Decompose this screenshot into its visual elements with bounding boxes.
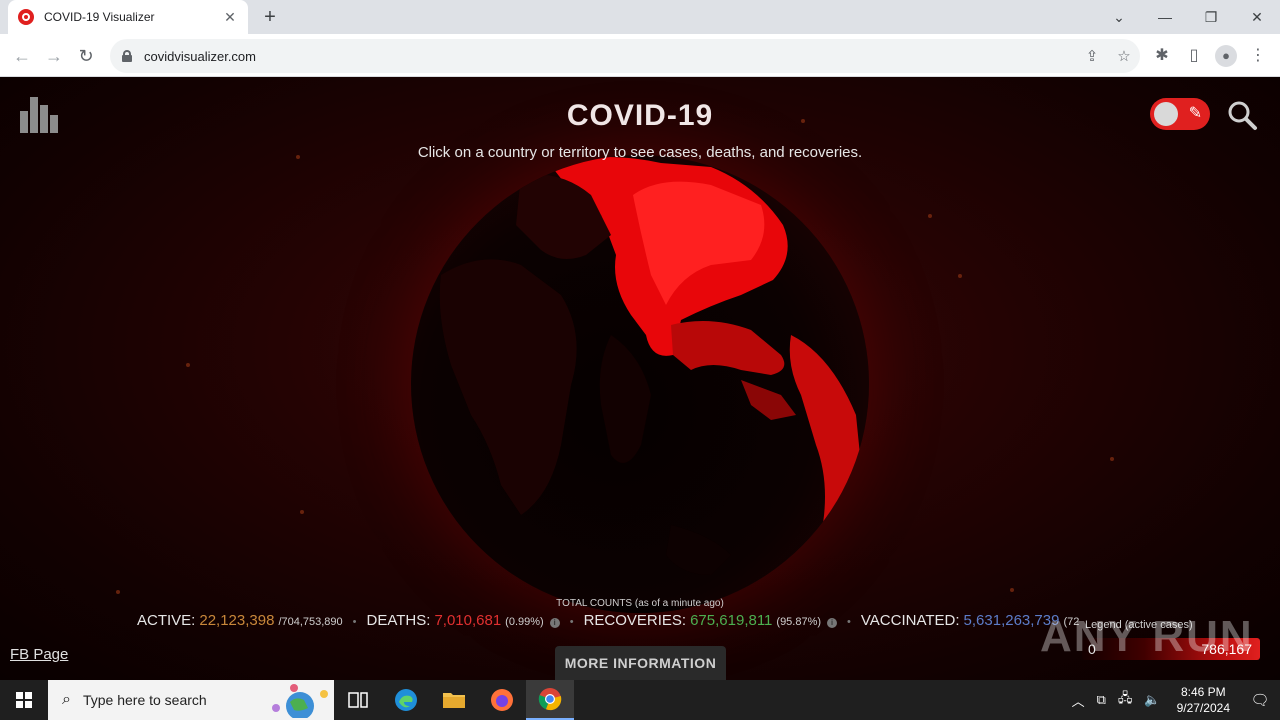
back-arrow-icon[interactable]: ← <box>8 42 36 70</box>
profile-avatar-icon[interactable]: ● <box>1215 45 1237 67</box>
vaccine-mode-toggle[interactable]: ✎ <box>1150 98 1210 130</box>
windows-logo-icon <box>16 692 32 708</box>
tray-expand-chevron-icon[interactable]: ︿ <box>1072 691 1085 710</box>
country-mexico[interactable] <box>671 321 785 375</box>
total-cases-value: /704,753,890 <box>278 616 343 628</box>
continent-antarctica <box>666 525 731 575</box>
continent-shadow <box>599 335 651 463</box>
country-colombia[interactable] <box>741 380 796 420</box>
active-label: ACTIVE: <box>137 612 196 629</box>
side-panel-icon[interactable]: ▯ <box>1180 42 1208 70</box>
interactive-globe[interactable] <box>411 155 869 613</box>
address-bar[interactable]: covidvisualizer.com ⇪ ☆ <box>110 39 1140 73</box>
global-stats-bar: ACTIVE: 22,123,398 /704,753,890 • DEATHS… <box>137 612 1079 632</box>
bookmark-star-icon[interactable]: ☆ <box>1108 47 1140 65</box>
covid-favicon-icon <box>18 9 34 25</box>
chrome-icon[interactable] <box>526 680 574 720</box>
continent-africa <box>439 259 577 515</box>
active-value: 22,123,398 <box>199 612 275 629</box>
search-icon[interactable] <box>1226 99 1258 131</box>
clock-date: 9/27/2024 <box>1176 701 1230 715</box>
taskbar-search-box[interactable]: ⌕ Type here to search <box>48 680 334 720</box>
browser-tab[interactable]: COVID-19 Visualizer ✕ <box>8 0 248 34</box>
browser-toolbar: ← → ↻ covidvisualizer.com ⇪ ☆ ✱ ▯ ● ⋮ <box>0 34 1280 77</box>
share-icon[interactable]: ⇪ <box>1076 47 1108 65</box>
recoveries-percent: (95.87%) <box>776 616 822 628</box>
taskbar-search-placeholder[interactable]: Type here to search <box>83 692 264 708</box>
url-text[interactable]: covidvisualizer.com <box>144 49 1076 64</box>
toggle-knob <box>1154 102 1178 126</box>
reload-icon[interactable]: ↻ <box>72 42 100 70</box>
background-particle <box>300 510 304 514</box>
search-highlight-globe-icon <box>272 684 328 718</box>
edge-browser-icon[interactable] <box>382 680 430 720</box>
recoveries-label: RECOVERIES: <box>583 612 687 629</box>
tab-title: COVID-19 Visualizer <box>44 10 155 24</box>
notifications-icon[interactable]: 🗨 <box>1240 691 1280 709</box>
visualizer-page: COVID-19 Click on a country or territory… <box>0 77 1280 680</box>
deaths-info-icon[interactable]: i <box>549 618 560 628</box>
window-controls: ⌄ — ❐ ✕ <box>1096 0 1280 34</box>
close-window-icon[interactable]: ✕ <box>1234 9 1280 26</box>
tab-close-icon[interactable]: ✕ <box>222 9 238 26</box>
background-particle <box>186 363 190 367</box>
forward-arrow-icon[interactable]: → <box>40 42 68 70</box>
separator-dot-icon: • <box>847 616 851 628</box>
minimize-icon[interactable]: — <box>1142 9 1188 25</box>
menu-kebab-icon[interactable]: ⋮ <box>1244 42 1272 70</box>
tray-device-icon[interactable]: ⧉ <box>1097 692 1106 708</box>
extensions-puzzle-icon[interactable]: ✱ <box>1148 42 1176 70</box>
firefox-icon[interactable] <box>478 680 526 720</box>
separator-dot-icon: • <box>352 616 357 628</box>
country-brazil[interactable] <box>789 335 861 545</box>
restore-icon[interactable]: ❐ <box>1188 9 1234 26</box>
windows-taskbar: ⌕ Type here to search ︿ ⧉ 🖧 🔈 8:46 PM 9/… <box>0 680 1280 720</box>
background-particle <box>1110 457 1114 461</box>
lock-icon[interactable] <box>122 50 132 62</box>
deaths-label: DEATHS: <box>366 612 431 629</box>
page-title: COVID-19 <box>566 99 714 132</box>
new-tab-button[interactable]: + <box>258 5 282 29</box>
totals-caption: TOTAL COUNTS (as of a minute ago) <box>556 598 724 609</box>
task-view-icon[interactable] <box>334 680 382 720</box>
background-particle <box>958 274 962 278</box>
background-particle <box>928 214 932 218</box>
system-tray: ︿ ⧉ 🖧 🔈 8:46 PM 9/27/2024 🗨 <box>1066 680 1280 720</box>
separator-dot-icon: • <box>569 616 574 628</box>
background-particle <box>116 590 120 594</box>
network-icon[interactable]: 🖧 <box>1118 689 1133 711</box>
start-button[interactable] <box>0 680 48 720</box>
page-subtitle: Click on a country or territory to see c… <box>417 144 863 161</box>
globe-map <box>439 156 861 613</box>
volume-icon[interactable]: 🔈 <box>1144 692 1160 708</box>
vaccinated-label: VACCINATED: <box>860 612 960 629</box>
deaths-percent: (0.99%) <box>505 616 544 628</box>
toolbar-right: ✱ ▯ ● ⋮ <box>1148 42 1272 70</box>
taskbar-clock[interactable]: 8:46 PM 9/27/2024 <box>1177 684 1230 716</box>
tab-search-dropdown-icon[interactable]: ⌄ <box>1096 9 1142 26</box>
recoveries-value: 675,619,811 <box>690 612 773 629</box>
more-information-button[interactable]: MORE INFORMATION <box>555 646 726 680</box>
recoveries-info-icon[interactable]: i <box>827 618 838 628</box>
fb-page-link[interactable]: FB Page <box>10 646 68 663</box>
file-explorer-icon[interactable] <box>430 680 478 720</box>
clock-time: 8:46 PM <box>1180 685 1226 699</box>
syringe-icon: ✎ <box>1188 105 1202 122</box>
deaths-value: 7,010,681 <box>434 612 502 629</box>
anyrun-watermark: ANY RUN <box>1040 612 1254 661</box>
background-particle <box>1010 588 1014 592</box>
search-magnifier-icon: ⌕ <box>62 691 71 708</box>
tab-strip: COVID-19 Visualizer ✕ + ⌄ — ❐ ✕ <box>0 0 1280 34</box>
